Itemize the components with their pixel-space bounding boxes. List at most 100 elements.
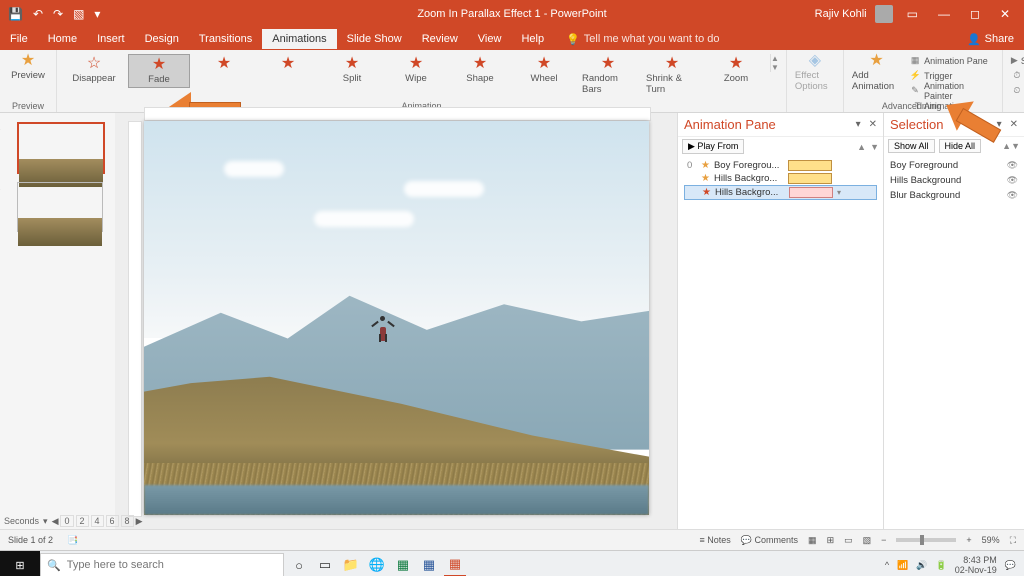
anim-fade[interactable]: ★Fade	[128, 54, 190, 88]
hide-all-button[interactable]: Hide All	[939, 139, 982, 153]
start-button[interactable]: ⊞	[0, 551, 40, 576]
reorder-down-icon[interactable]: ▼	[870, 142, 879, 152]
close-icon[interactable]: ✕	[994, 7, 1016, 21]
anim-disappear[interactable]: ☆Disappear	[64, 54, 124, 86]
start-slideshow-icon[interactable]: ▧	[73, 7, 84, 21]
user-avatar[interactable]	[875, 5, 893, 23]
anim-split[interactable]: ★Split	[322, 54, 382, 86]
preview-button[interactable]: ★Preview	[7, 51, 49, 83]
minimize-icon[interactable]: —	[932, 7, 956, 21]
effect-options-button: ◈Effect Options	[791, 51, 839, 94]
pane-options-icon[interactable]: ▾	[856, 119, 861, 130]
tab-help[interactable]: Help	[511, 29, 554, 49]
save-icon[interactable]: 💾	[8, 7, 23, 21]
play-from-button[interactable]: ▶ Play From	[682, 139, 744, 154]
anim-item-2[interactable]: ★Hills Backgro...▾	[684, 185, 877, 200]
eye-icon[interactable]: 👁	[1007, 190, 1018, 201]
delay-row[interactable]: ⏲Delay:	[1011, 83, 1024, 98]
taskbar-search[interactable]: 🔍 Type here to search	[40, 553, 284, 576]
tray-up-icon[interactable]: ^	[885, 560, 889, 570]
tray-battery-icon[interactable]: 🔋	[936, 560, 947, 571]
zoom-out-icon[interactable]: −	[881, 535, 886, 545]
powerpoint-icon[interactable]: ▦	[444, 553, 466, 576]
anim-shrink-turn[interactable]: ★Shrink & Turn	[642, 54, 702, 97]
ruler-horizontal	[144, 107, 651, 121]
anim-item-1[interactable]: ★Hills Backgro...	[684, 172, 877, 185]
anim-random-bars[interactable]: ★Random Bars	[578, 54, 638, 97]
tab-home[interactable]: Home	[38, 29, 87, 49]
chrome-icon[interactable]: 🌐	[366, 554, 388, 576]
sel-item-0[interactable]: Boy Foreground👁	[884, 158, 1024, 173]
tell-me-search[interactable]: 💡 Tell me what you want to do	[566, 33, 719, 46]
taskview-icon[interactable]: ▭	[314, 554, 336, 576]
add-animation-button[interactable]: ★Add Animation	[848, 51, 905, 94]
slide-canvas[interactable]	[115, 113, 677, 529]
qat-more-icon[interactable]: ▾	[94, 7, 100, 21]
word-icon[interactable]: ▦	[418, 554, 440, 576]
gallery-more-icon[interactable]: ▲▼	[770, 54, 779, 72]
view-reading-icon[interactable]: ▭	[844, 535, 853, 546]
anim-item-0[interactable]: 0★Boy Foregrou...	[684, 159, 877, 172]
tab-view[interactable]: View	[468, 29, 512, 49]
tray-time[interactable]: 8:43 PM	[955, 555, 997, 565]
tray-sound-icon[interactable]: 🔊	[916, 560, 927, 571]
tab-design[interactable]: Design	[135, 29, 189, 49]
tab-review[interactable]: Review	[412, 29, 468, 49]
anim-item[interactable]: ★	[258, 54, 318, 86]
eye-icon[interactable]: 👁	[1007, 160, 1018, 171]
anim-wheel[interactable]: ★Wheel	[514, 54, 574, 86]
view-sorter-icon[interactable]: ⊞	[827, 535, 835, 546]
tab-file[interactable]: File	[0, 29, 38, 49]
animation-gallery[interactable]: ☆Disappear ★Fade ★ ★ ★Split ★Wipe ★Shape…	[61, 51, 782, 101]
eye-icon[interactable]: 👁	[1007, 175, 1018, 186]
maximize-icon[interactable]: ◻	[964, 7, 986, 21]
seconds-label: Seconds	[4, 516, 39, 526]
taskbar: ⊞ 🔍 Type here to search ○ ▭ 📁 🌐 ▦ ▦ ▦ ^ …	[0, 550, 1024, 576]
zoom-in-icon[interactable]: +	[966, 535, 971, 545]
user-name[interactable]: Rajiv Kohli	[815, 8, 867, 20]
sel-item-1[interactable]: Hills Background👁	[884, 173, 1024, 188]
tray-date[interactable]: 02-Nov-19	[955, 565, 997, 575]
anim-item[interactable]: ★	[194, 54, 254, 86]
thumb-1[interactable]: 1*	[5, 122, 110, 174]
tray-wifi-icon[interactable]: 📶	[897, 560, 908, 571]
zoom-level[interactable]: 59%	[982, 535, 1000, 545]
spellcheck-icon[interactable]: 📑	[67, 535, 78, 546]
duration-row[interactable]: ⏱Duration:	[1011, 68, 1024, 83]
tab-slideshow[interactable]: Slide Show	[337, 29, 412, 49]
timeline-scale[interactable]: ◀02468▶	[52, 515, 143, 527]
sel-item-2[interactable]: Blur Background👁	[884, 188, 1024, 203]
sel-options-icon[interactable]: ▾	[997, 119, 1002, 130]
ribbon-options-icon[interactable]: ▭	[901, 7, 924, 21]
zoom-slider[interactable]	[896, 538, 956, 542]
undo-icon[interactable]: ↶	[33, 7, 43, 21]
reorder-up-icon[interactable]: ▲	[857, 142, 866, 152]
anim-zoom[interactable]: ★Zoom	[706, 54, 766, 86]
slide[interactable]	[144, 121, 649, 515]
notes-button[interactable]: ≡ Notes	[700, 535, 731, 545]
cortana-icon[interactable]: ○	[288, 554, 310, 576]
view-slideshow-icon[interactable]: ▧	[863, 535, 872, 546]
sel-close-icon[interactable]: ✕	[1010, 119, 1018, 130]
tab-transitions[interactable]: Transitions	[189, 29, 262, 49]
anim-shape[interactable]: ★Shape	[450, 54, 510, 86]
view-normal-icon[interactable]: ▦	[808, 535, 817, 546]
show-all-button[interactable]: Show All	[888, 139, 935, 153]
excel-icon[interactable]: ▦	[392, 554, 414, 576]
comments-button[interactable]: 💬 Comments	[741, 535, 798, 546]
animation-pane-button[interactable]: ▦Animation Pane	[909, 53, 994, 68]
thumb-2[interactable]: 2*	[5, 182, 110, 232]
fit-window-icon[interactable]: ⛶	[1010, 535, 1016, 546]
pane-close-icon[interactable]: ✕	[869, 119, 877, 130]
tab-animations[interactable]: Animations	[262, 29, 336, 49]
share-button[interactable]: 👤 Share	[957, 29, 1024, 50]
explorer-icon[interactable]: 📁	[340, 554, 362, 576]
notifications-icon[interactable]: 💬	[1005, 560, 1016, 571]
anim-wipe[interactable]: ★Wipe	[386, 54, 446, 86]
start-row[interactable]: ▶Start:With Previous	[1011, 53, 1024, 68]
redo-icon[interactable]: ↷	[53, 7, 63, 21]
animation-pane: Animation Pane ▾✕ ▶ Play From▲▼ 0★Boy Fo…	[677, 113, 883, 529]
animation-painter-button[interactable]: ✎Animation Painter	[909, 83, 994, 98]
tab-insert[interactable]: Insert	[87, 29, 135, 49]
slide-thumbnails[interactable]: 1* 2*	[0, 113, 115, 529]
